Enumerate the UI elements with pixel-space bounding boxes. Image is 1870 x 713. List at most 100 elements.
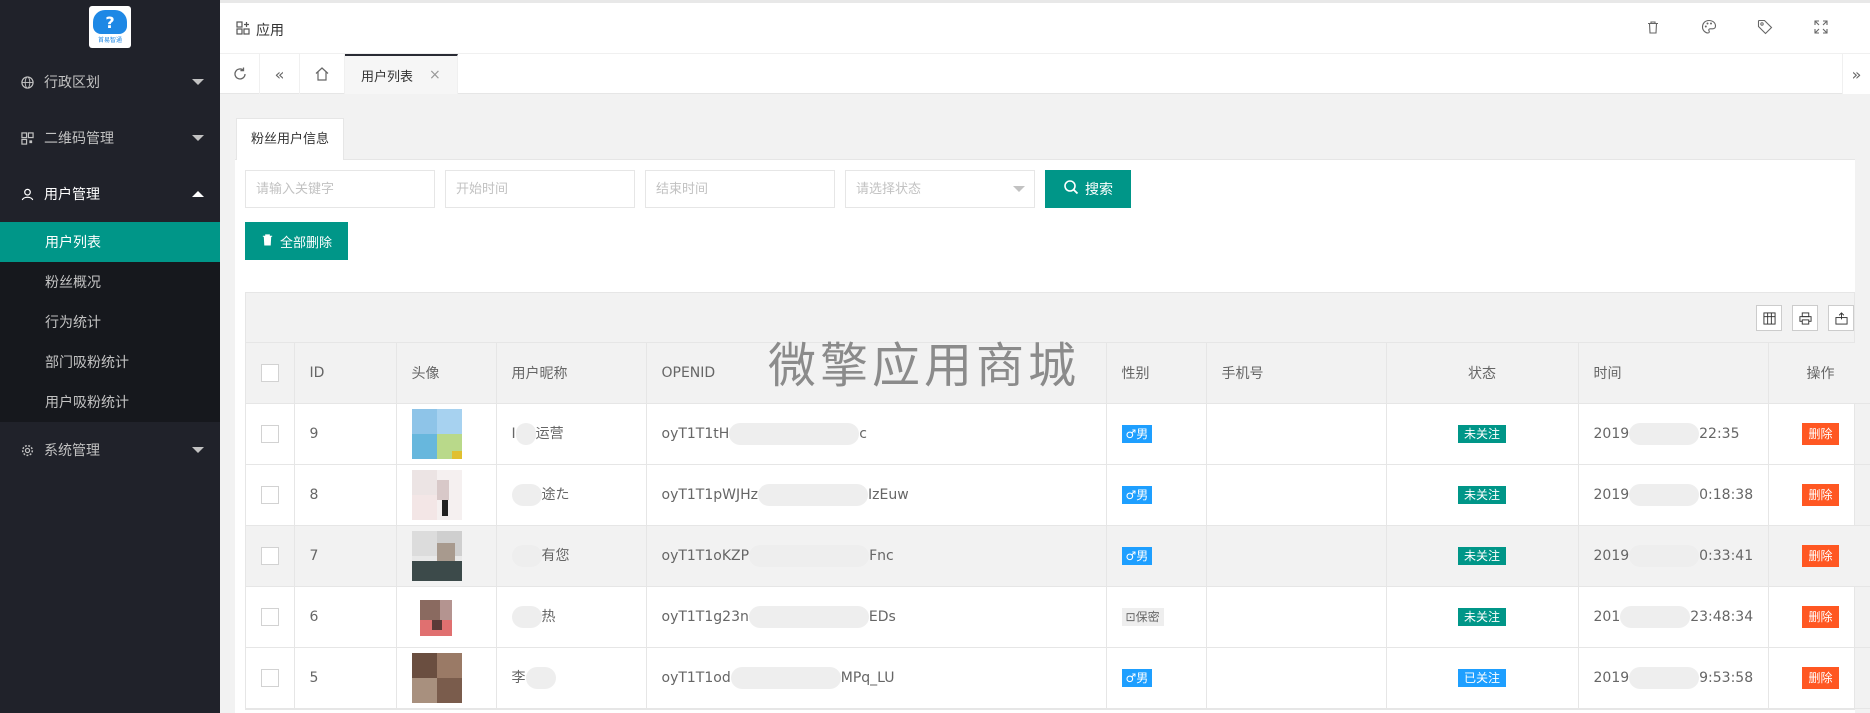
tab-fans-info[interactable]: 粉丝用户信息 <box>236 118 345 160</box>
time-cell: 2019 0:33:41 <box>1578 525 1769 587</box>
avatar <box>411 591 462 642</box>
app-menu[interactable]: 应用 <box>236 20 284 40</box>
gender-label: 保密 <box>1135 609 1160 624</box>
column-header: 性别 <box>1106 343 1207 404</box>
menu-item-region[interactable]: 行政区划 <box>0 54 220 110</box>
tab-user-list[interactable]: 用户列表 × <box>345 54 458 94</box>
column-header: 状态 <box>1386 343 1579 404</box>
nickname-cell: 途た <box>496 464 647 526</box>
phone-cell <box>1206 525 1387 587</box>
column-header: 头像 <box>396 343 497 404</box>
row-checkbox[interactable] <box>261 668 279 687</box>
openid-cell: oyT1T1pWJHz IzEuw <box>646 464 1107 526</box>
delete-button[interactable]: 删除 <box>1802 666 1839 689</box>
column-header: 时间 <box>1578 343 1769 404</box>
trash-icon <box>261 233 274 250</box>
sidebar-item-dept-stats[interactable]: 部门吸粉统计 <box>0 342 220 382</box>
phone-cell <box>1206 586 1387 648</box>
nickname-suffix: 有您 <box>541 547 570 564</box>
openid-suffix: IzEuw <box>868 486 909 503</box>
delete-button[interactable]: 删除 <box>1802 483 1839 506</box>
redacted-block <box>1620 605 1691 628</box>
delete-button[interactable]: 删除 <box>1802 544 1839 567</box>
menu-item-system[interactable]: 系统管理 <box>0 422 220 478</box>
app-grid-icon <box>236 21 250 39</box>
gender-cell: ♂男 <box>1106 525 1207 587</box>
openid-cell: oyT1T1g23n EDs <box>646 586 1107 648</box>
id-cell: 6 <box>294 586 397 648</box>
time-cell: 2019 9:53:58 <box>1578 647 1769 709</box>
columns-filter-icon[interactable] <box>1756 305 1782 331</box>
fullscreen-icon[interactable] <box>1812 18 1830 36</box>
time-suffix: 22:35 <box>1699 425 1740 442</box>
menu-item-qrcode[interactable]: 二维码管理 <box>0 110 220 166</box>
sidebar-item-fans-overview[interactable]: 粉丝概况 <box>0 262 220 302</box>
status-badge: 未关注 <box>1457 485 1506 504</box>
qrcode-icon <box>20 131 34 145</box>
redacted-block <box>749 544 870 567</box>
gender-badge: ♂男 <box>1121 668 1153 687</box>
sidebar-item-user-stats[interactable]: 用户吸粉统计 <box>0 382 220 422</box>
openid-suffix: MPq_LU <box>840 669 895 686</box>
tab-label: 用户列表 <box>361 69 414 85</box>
status-cell: 未关注 <box>1386 586 1579 648</box>
delete-all-button[interactable]: 全部删除 <box>245 222 349 260</box>
sidebar-item-user-list[interactable]: 用户列表 <box>0 222 220 262</box>
row-checkbox[interactable] <box>261 546 279 565</box>
row-checkbox-cell <box>246 403 295 465</box>
start-time-input[interactable] <box>445 170 635 208</box>
palette-icon[interactable] <box>1700 18 1718 36</box>
refresh-icon[interactable] <box>220 54 260 94</box>
nickname-suffix: 热 <box>541 608 556 625</box>
time-prefix: 201 <box>1593 608 1621 625</box>
table-row: 8 途た oyT1T1pWJHz IzEuw ♂男 未关注 2019 0:18:38… <box>246 464 1870 526</box>
logo[interactable]: ? 首易智通 <box>0 0 220 54</box>
status-select[interactable] <box>845 170 1035 208</box>
action-cell: 删除 <box>1768 647 1870 709</box>
double-chevron-left-icon[interactable]: « <box>260 54 300 94</box>
phone-cell <box>1206 403 1387 465</box>
avatar <box>411 469 462 520</box>
search-label: 搜索 <box>1085 182 1113 198</box>
openid-prefix: oyT1T1tH <box>661 425 730 442</box>
close-icon[interactable]: × <box>429 67 441 83</box>
home-icon[interactable] <box>300 54 345 94</box>
delete-button[interactable]: 删除 <box>1802 422 1839 445</box>
column-header: 用户昵称 <box>496 343 647 404</box>
user-icon <box>20 187 34 201</box>
status-cell: 未关注 <box>1386 525 1579 587</box>
end-time-input[interactable] <box>645 170 835 208</box>
export-icon[interactable] <box>1828 305 1854 331</box>
column-header[interactable]: ID <box>294 343 397 404</box>
row-checkbox[interactable] <box>261 607 279 626</box>
action-cell: 删除 <box>1768 464 1870 526</box>
delete-all-label: 全部删除 <box>280 235 333 251</box>
tag-icon[interactable] <box>1756 18 1774 36</box>
double-chevron-right-icon[interactable]: » <box>1842 54 1870 94</box>
sidebar-item-behavior-stats[interactable]: 行为统计 <box>0 302 220 342</box>
select-all-checkbox[interactable] <box>261 363 279 382</box>
time-suffix: 0:33:41 <box>1699 547 1754 564</box>
nickname-cell: 李 <box>496 647 647 709</box>
openid-prefix: oyT1T1pWJHz <box>661 486 759 503</box>
row-checkbox[interactable] <box>261 424 279 443</box>
phone-cell <box>1206 464 1387 526</box>
search-button[interactable]: 搜索 <box>1045 170 1131 208</box>
row-checkbox-cell <box>246 586 295 648</box>
header-checkbox-cell <box>246 343 295 404</box>
card-tabs: 粉丝用户信息 <box>235 118 1855 160</box>
table-tools <box>1756 305 1854 331</box>
menu-item-user-management[interactable]: 用户管理 <box>0 166 220 222</box>
print-icon[interactable] <box>1792 305 1818 331</box>
openid-prefix: oyT1T1od <box>661 669 731 686</box>
status-select-input[interactable] <box>845 170 1035 208</box>
gender-cell: ♂男 <box>1106 647 1207 709</box>
delete-button[interactable]: 删除 <box>1802 605 1839 628</box>
redacted-block <box>1629 483 1700 506</box>
trash-icon[interactable] <box>1644 18 1662 36</box>
openid-cell: oyT1T1oKZP Fnc <box>646 525 1107 587</box>
row-checkbox[interactable] <box>261 485 279 504</box>
chevron-down-icon <box>1013 186 1025 192</box>
action-cell: 删除 <box>1768 525 1870 587</box>
keyword-input[interactable] <box>245 170 435 208</box>
